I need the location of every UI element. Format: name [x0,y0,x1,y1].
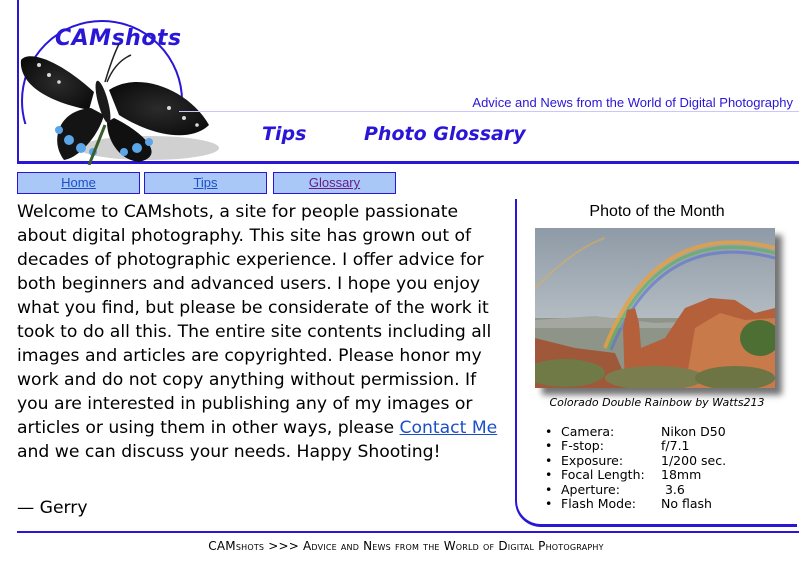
nav-tips-link[interactable]: Tips [262,123,306,145]
rainbow-landscape-image [535,228,775,388]
spec-value: No flash [661,496,712,512]
spec-item: Aperture: 3.6 [545,481,726,498]
spec-label: F-stop: [561,438,604,454]
featured-photo[interactable] [535,228,775,388]
intro-text: Welcome to CAMshots, a site for people p… [17,202,492,438]
signature: — Gerry [17,498,88,518]
spec-item: F-stop: f/7.1 [545,438,726,454]
site-tagline: Advice and News from the World of Digita… [472,95,793,110]
tab-tips[interactable]: Tips [144,172,267,194]
tab-home-link[interactable]: Home [61,175,96,190]
tab-glossary[interactable]: Glossary [273,172,396,194]
butterfly-logo-image [20,43,219,165]
nav-photo-glossary-link[interactable]: Photo Glossary [364,123,526,145]
panel-title: Photo of the Month [589,203,725,220]
spec-label: Camera: [561,424,615,439]
tab-tips-link[interactable]: Tips [193,175,217,190]
spec-label: Flash Mode: [561,496,636,512]
intro-text-end: and we can discuss your needs. Happy Sho… [17,442,441,462]
tab-home[interactable]: Home [17,172,140,194]
spec-item: Flash Mode: No flash [545,496,726,512]
site-header: CAMshots Advice and News from the World … [17,0,799,165]
spec-item: Focal Length: 18mm [545,467,726,483]
photo-specs-list: Camera: Nikon D50 F-stop: f/7.1 Exposure: 1… [545,424,727,512]
footer-divider [17,531,799,533]
spec-label: Focal Length: [561,467,645,483]
spec-item: Exposure: 1/200 sec. [545,452,727,469]
welcome-paragraph: Welcome to CAMshots, a site for people p… [17,200,502,464]
site-footer: CAMshots >>> Advice and News from the Wo… [208,539,604,553]
spec-value: Nikon D50 [661,424,726,439]
header-divider [179,111,799,112]
spec-value: f/7.1 [661,438,690,454]
spec-item: Camera: Nikon D50 [545,424,726,440]
spec-label: Exposure: [561,452,624,468]
spec-value: 3.6 [661,481,685,497]
photo-of-the-month-panel: Photo of the Month Colorado Double Rainb… [515,199,797,527]
contact-me-link[interactable]: Contact Me [400,418,498,438]
photo-caption: Colorado Double Rainbow by Watts213 [549,396,765,409]
spec-value: 1/200 sec. [661,452,727,468]
spec-label: Aperture: [561,481,620,497]
tab-glossary-link[interactable]: Glossary [309,175,360,190]
spec-value: 18mm [661,467,702,483]
